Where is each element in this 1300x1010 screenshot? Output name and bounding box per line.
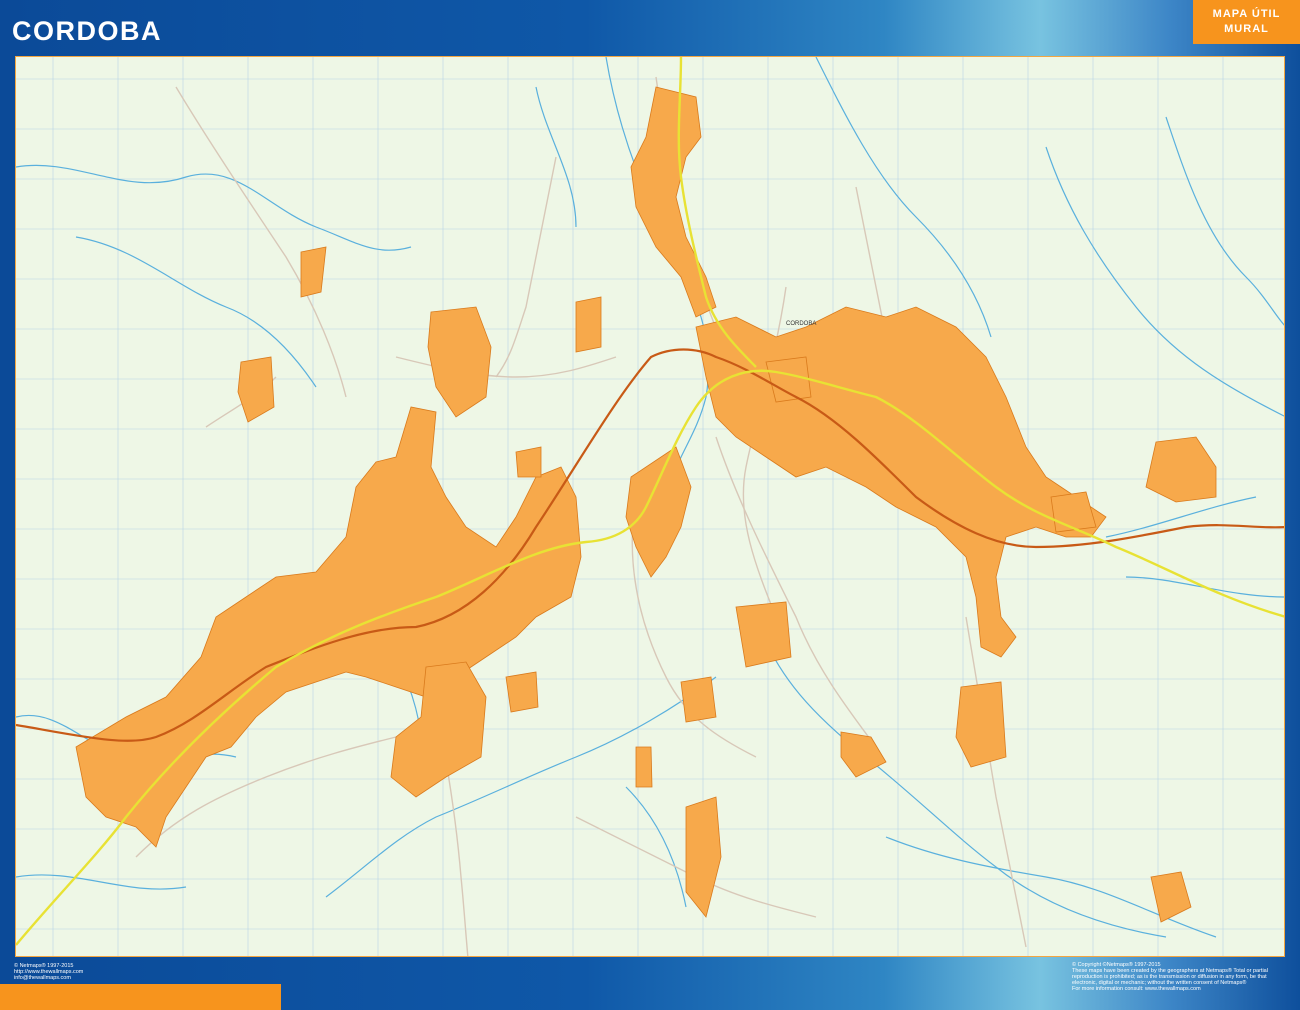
- footer-left: © Netmaps® 1997-2015 http://www.thewallm…: [14, 963, 83, 981]
- map-title: CORDOBA: [12, 16, 162, 46]
- secondary-roads: [135, 76, 1027, 956]
- urban-area-center: [625, 446, 692, 578]
- urban-area-west: [75, 406, 582, 848]
- map-canvas[interactable]: CORDOBA: [16, 57, 1285, 957]
- badge-line-2: MURAL: [1224, 23, 1269, 35]
- footer-orange-bar: [0, 984, 281, 1010]
- urban-area-far-east: [1145, 436, 1217, 503]
- place-labels: CORDOBA: [786, 321, 816, 327]
- product-badge: MAPA ÚTIL MURAL: [1193, 0, 1300, 44]
- label-cordoba: CORDOBA: [786, 321, 816, 327]
- legal-line-5: For more information consult: www.thewal…: [1072, 986, 1201, 992]
- street-map[interactable]: CORDOBA: [15, 56, 1285, 957]
- badge-line-1: MAPA ÚTIL: [1212, 8, 1281, 20]
- footer-email-link[interactable]: info@thewallmaps.com: [14, 975, 83, 981]
- footer-legal: © Copyright ©Netmaps® 1997-2015 These ma…: [1072, 962, 1282, 992]
